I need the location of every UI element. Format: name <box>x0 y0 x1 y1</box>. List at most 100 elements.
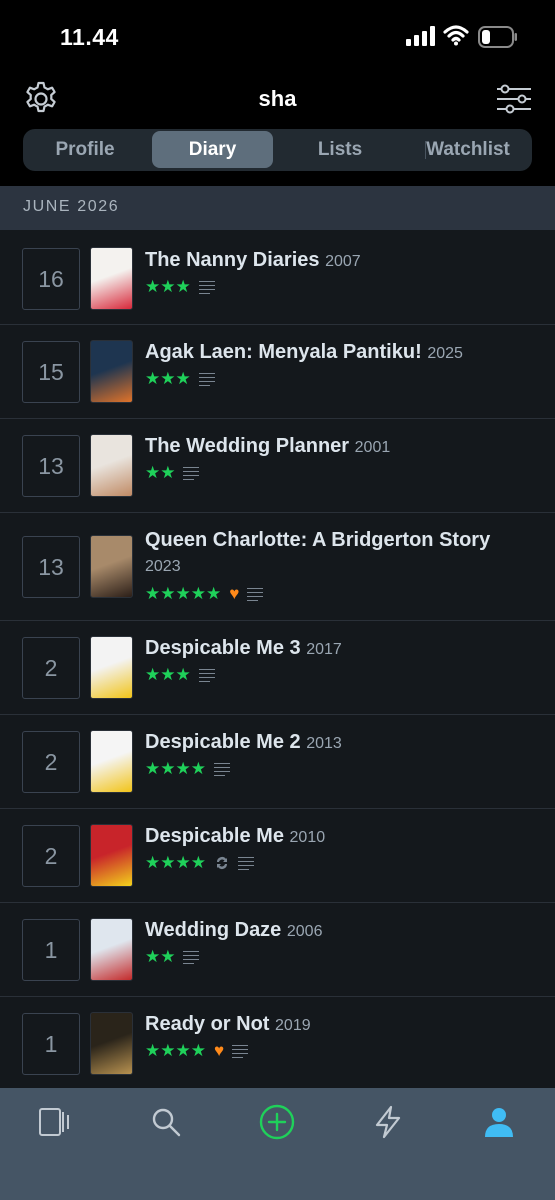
entry-meta: ★★ <box>145 463 200 483</box>
review-text-icon <box>198 372 215 386</box>
entry-day: 2 <box>22 731 80 793</box>
profile-icon[interactable] <box>481 1104 517 1140</box>
film-title: The Nanny Diaries <box>145 249 320 271</box>
film-year: 2019 <box>275 1017 311 1034</box>
rewatch-icon <box>216 857 227 869</box>
review-text-icon <box>183 466 200 480</box>
entry-meta: ★★★★ ♥ <box>145 1041 249 1061</box>
film-title: Despicable Me 3 <box>145 637 301 659</box>
filter-sliders-icon[interactable] <box>495 84 533 114</box>
search-icon[interactable] <box>148 1104 184 1140</box>
entry-day: 15 <box>22 341 80 403</box>
entry-day: 16 <box>22 248 80 310</box>
film-year: 2007 <box>325 253 361 270</box>
tab-lists[interactable]: Lists <box>285 131 395 168</box>
entry-day: 2 <box>22 825 80 887</box>
heart-icon: ♥ <box>213 1041 225 1060</box>
status-bar: 11.44 <box>0 0 555 74</box>
diary-entry-row[interactable]: 13 Queen Charlotte: A Bridgerton Story 20… <box>0 513 555 621</box>
profile-header: sha Profile Diary Lists Watchlist <box>0 74 555 186</box>
film-year: 2017 <box>306 641 342 658</box>
film-title: Ready or Not <box>145 1013 270 1035</box>
film-title: Queen Charlotte: A Bridgerton Story <box>145 529 491 551</box>
entry-meta: ★★★★ <box>145 853 254 873</box>
month-label: JUNE 2026 <box>23 198 120 215</box>
film-year: 2013 <box>306 735 342 752</box>
review-text-icon <box>198 280 215 294</box>
entry-title[interactable]: Despicable Me 2010 <box>145 824 515 850</box>
film-poster[interactable] <box>90 824 133 887</box>
entry-day: 2 <box>22 637 80 699</box>
film-poster[interactable] <box>90 918 133 981</box>
diary-entry-row[interactable]: 1 Ready or Not 2019 ★★★★ ♥ <box>0 997 555 1088</box>
star-rating: ★★★★ <box>145 1041 206 1060</box>
month-section-header: JUNE 2026 <box>0 186 555 230</box>
film-title: Despicable Me 2 <box>145 731 301 753</box>
diary-entry-row[interactable]: 2 Despicable Me 3 2017 ★★★ <box>0 621 555 715</box>
tab-watchlist[interactable]: Watchlist <box>413 131 523 168</box>
star-rating: ★★★ <box>145 665 191 684</box>
review-text-icon <box>232 1044 249 1058</box>
profile-name: sha <box>258 86 297 111</box>
status-time: 11.44 <box>60 24 119 50</box>
film-year: 2023 <box>145 558 181 575</box>
diary-entry-row[interactable]: 16 The Nanny Diaries 2007 ★★★ <box>0 230 555 325</box>
entry-day: 1 <box>22 919 80 981</box>
film-poster[interactable] <box>90 730 133 793</box>
film-title: Wedding Daze <box>145 919 282 941</box>
activity-icon[interactable] <box>370 1104 406 1140</box>
review-text-icon <box>213 762 230 776</box>
entry-title[interactable]: Despicable Me 2 2013 <box>145 730 515 756</box>
entry-title[interactable]: Wedding Daze 2006 <box>145 918 515 944</box>
entry-title[interactable]: Ready or Not 2019 <box>145 1012 515 1038</box>
film-year: 2025 <box>427 345 463 362</box>
review-text-icon <box>237 856 254 870</box>
diary-entry-row[interactable]: 2 Despicable Me 2 2013 ★★★★ <box>0 715 555 809</box>
tab-profile[interactable]: Profile <box>31 131 139 168</box>
film-poster[interactable] <box>90 247 133 310</box>
diary-list[interactable]: 16 The Nanny Diaries 2007 ★★★ 15 Agak Laen: … <box>0 230 555 1088</box>
film-title: Agak Laen: Menyala Pantiku! <box>145 341 422 363</box>
film-poster[interactable] <box>90 340 133 403</box>
entry-day: 1 <box>22 1013 80 1075</box>
film-poster[interactable] <box>90 1012 133 1075</box>
star-rating: ★★★ <box>145 369 191 388</box>
add-icon[interactable] <box>259 1104 295 1140</box>
entry-meta: ★★★ <box>145 369 215 389</box>
entry-meta: ★★★★ <box>145 759 230 779</box>
entry-meta: ★★★ <box>145 277 215 297</box>
entry-title[interactable]: Agak Laen: Menyala Pantiku! 2025 <box>145 340 515 366</box>
star-rating: ★★★ <box>145 277 191 296</box>
profile-tabs: Profile Diary Lists Watchlist <box>23 129 532 171</box>
film-year: 2001 <box>354 439 391 456</box>
star-rating: ★★ <box>145 947 176 966</box>
film-year: 2010 <box>289 829 326 846</box>
film-year: 2006 <box>286 923 323 940</box>
diary-entry-row[interactable]: 13 The Wedding Planner 2001 ★★ <box>0 419 555 513</box>
tab-diary[interactable]: Diary <box>152 131 273 168</box>
wifi-icon <box>443 25 469 46</box>
entry-day: 13 <box>22 536 80 598</box>
star-rating: ★★ <box>145 463 176 482</box>
star-rating: ★★★★ <box>145 853 206 872</box>
cellular-signal-icon <box>406 26 435 46</box>
entry-meta: ★★ <box>145 947 200 967</box>
heart-icon: ♥ <box>229 584 240 603</box>
film-poster[interactable] <box>90 434 133 497</box>
battery-icon <box>478 26 517 48</box>
review-text-icon <box>198 668 215 682</box>
entry-title[interactable]: Queen Charlotte: A Bridgerton Story 2023 <box>145 528 515 579</box>
review-text-icon <box>247 587 264 601</box>
entry-day: 13 <box>22 435 80 497</box>
entry-title[interactable]: The Wedding Planner 2001 <box>145 434 515 460</box>
diary-entry-row[interactable]: 15 Agak Laen: Menyala Pantiku! 2025 ★★★ <box>0 325 555 419</box>
entry-title[interactable]: Despicable Me 3 2017 <box>145 636 515 662</box>
entry-meta: ★★★ <box>145 665 215 685</box>
diary-entry-row[interactable]: 2 Despicable Me 2010 ★★★★ <box>0 809 555 903</box>
films-icon[interactable] <box>37 1104 73 1140</box>
film-poster[interactable] <box>90 535 133 598</box>
diary-entry-row[interactable]: 1 Wedding Daze 2006 ★★ <box>0 903 555 997</box>
entry-title[interactable]: The Nanny Diaries 2007 <box>145 248 515 274</box>
bottom-tab-bar <box>0 1088 555 1200</box>
film-poster[interactable] <box>90 636 133 699</box>
